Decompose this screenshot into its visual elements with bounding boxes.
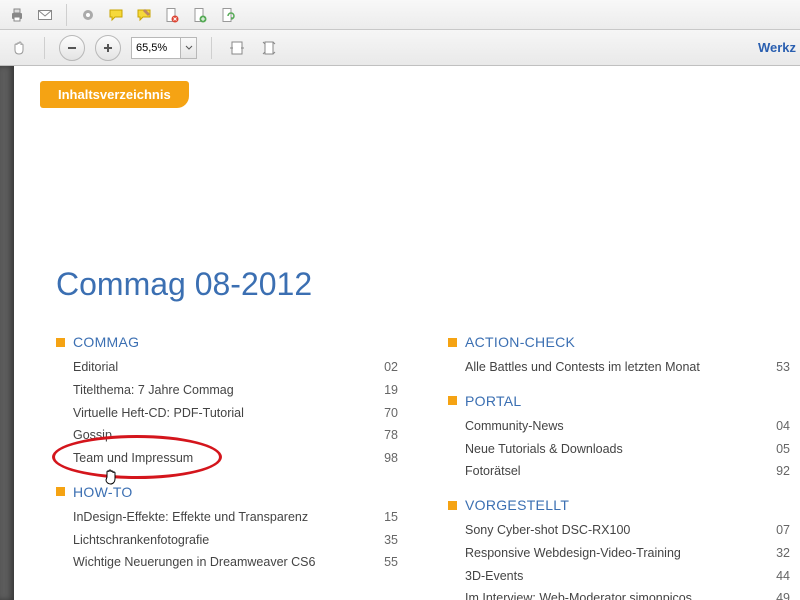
toc-left-column: COMMAGEditorial02Titelthema: 7 Jahre Com…: [56, 334, 398, 600]
toc-entry-title: Alle Battles und Contests im letzten Mon…: [465, 358, 764, 377]
toc-entry-title: Fotorätsel: [465, 462, 764, 481]
toc-entry-page: 92: [764, 462, 790, 481]
toc-entry-title: Responsive Webdesign-Video-Training: [465, 544, 764, 563]
toc-entry[interactable]: Neue Tutorials & Downloads05: [448, 438, 790, 461]
page-title: Commag 08-2012: [56, 266, 312, 303]
page-delete-icon[interactable]: [161, 4, 183, 26]
toc-entry[interactable]: Lichtschrankenfotografie35: [56, 529, 398, 552]
toc-entry-page: 05: [764, 440, 790, 459]
section-heading: VORGESTELLT: [448, 497, 790, 513]
section-title: VORGESTELLT: [465, 497, 569, 513]
bullet-icon: [448, 501, 457, 510]
document-page: Inhaltsverzeichnis Commag 08-2012 COMMAG…: [14, 66, 800, 600]
tools-label[interactable]: Werkz: [758, 40, 796, 55]
toc-entry-title: Lichtschrankenfotografie: [73, 531, 372, 550]
toc-entry[interactable]: Virtuelle Heft-CD: PDF-Tutorial70: [56, 402, 398, 425]
toc-columns: COMMAGEditorial02Titelthema: 7 Jahre Com…: [56, 334, 790, 600]
zoom-out-button[interactable]: [59, 35, 85, 61]
toc-entry[interactable]: Community-News04: [448, 415, 790, 438]
section-heading: ACTION-CHECK: [448, 334, 790, 350]
note-edit-icon[interactable]: [133, 4, 155, 26]
toc-entry-page: 15: [372, 508, 398, 527]
section-title: HOW-TO: [73, 484, 133, 500]
section-title: COMMAG: [73, 334, 139, 350]
toc-entry-page: 70: [372, 404, 398, 423]
toc-entry-page: 98: [372, 449, 398, 468]
section-title: PORTAL: [465, 393, 522, 409]
toc-entry-page: 04: [764, 417, 790, 436]
toc-entry-title: Gossip: [73, 426, 372, 445]
toc-entry[interactable]: Gossip78: [56, 424, 398, 447]
gear-icon[interactable]: [77, 4, 99, 26]
toc-entry-page: 02: [372, 358, 398, 377]
toc-entry[interactable]: Fotorätsel92: [448, 460, 790, 483]
view-toolbar: Werkz: [0, 30, 800, 66]
toc-entry-title: Community-News: [465, 417, 764, 436]
print-icon[interactable]: [6, 4, 28, 26]
section-heading: COMMAG: [56, 334, 398, 350]
toc-entry[interactable]: 3D-Events44: [448, 565, 790, 588]
bullet-icon: [56, 487, 65, 496]
zoom-control: [131, 37, 197, 59]
hand-tool-icon[interactable]: [8, 37, 30, 59]
toc-entry-title: Im Interview: Web-Moderator simonpicos: [465, 589, 764, 600]
bullet-icon: [56, 338, 65, 347]
toc-entry-title: Titelthema: 7 Jahre Commag: [73, 381, 372, 400]
toc-entry[interactable]: Wichtige Neuerungen in Dreamweaver CS655: [56, 551, 398, 574]
toc-entry[interactable]: Sony Cyber-shot DSC-RX10007: [448, 519, 790, 542]
toc-entry[interactable]: Titelthema: 7 Jahre Commag19: [56, 379, 398, 402]
toc-entry-title: Team und Impressum: [73, 449, 372, 468]
toc-tab: Inhaltsverzeichnis: [40, 81, 189, 108]
page-refresh-icon[interactable]: [217, 4, 239, 26]
comment-icon[interactable]: [105, 4, 127, 26]
mail-icon[interactable]: [34, 4, 56, 26]
toc-entry-title: InDesign-Effekte: Effekte und Transparen…: [73, 508, 372, 527]
section-heading: HOW-TO: [56, 484, 398, 500]
section-title: ACTION-CHECK: [465, 334, 575, 350]
toc-entry-title: Virtuelle Heft-CD: PDF-Tutorial: [73, 404, 372, 423]
zoom-dropdown[interactable]: [181, 37, 197, 59]
toc-entry-title: Sony Cyber-shot DSC-RX100: [465, 521, 764, 540]
main-toolbar: [0, 0, 800, 30]
bullet-icon: [448, 338, 457, 347]
toc-entry-page: 44: [764, 567, 790, 586]
toc-entry-page: 32: [764, 544, 790, 563]
toc-entry-page: 49: [764, 589, 790, 600]
toc-entry-title: Neue Tutorials & Downloads: [465, 440, 764, 459]
toc-entry[interactable]: Team und Impressum98: [56, 447, 398, 470]
toc-right-column: ACTION-CHECK Alle Battles und Contests im…: [448, 334, 790, 600]
toc-entry[interactable]: Responsive Webdesign-Video-Training32: [448, 542, 790, 565]
previous-page-edge: [0, 66, 14, 600]
zoom-input[interactable]: [131, 37, 181, 59]
toc-entry-page: 35: [372, 531, 398, 550]
page-add-icon[interactable]: [189, 4, 211, 26]
toc-entry[interactable]: Im Interview: Web-Moderator simonpicos49: [448, 587, 790, 600]
toc-entry-title: Editorial: [73, 358, 372, 377]
toc-entry-title: Wichtige Neuerungen in Dreamweaver CS6: [73, 553, 372, 572]
toc-entry-title: 3D-Events: [465, 567, 764, 586]
toc-entry-page: 55: [372, 553, 398, 572]
toc-entry-page: 53: [764, 358, 790, 377]
separator: [66, 4, 67, 26]
toc-entry-page: 78: [372, 426, 398, 445]
fit-width-icon[interactable]: [226, 37, 248, 59]
section-heading: PORTAL: [448, 393, 790, 409]
toc-entry[interactable]: InDesign-Effekte: Effekte und Transparen…: [56, 506, 398, 529]
fit-page-icon[interactable]: [258, 37, 280, 59]
separator: [211, 37, 212, 59]
zoom-in-button[interactable]: [95, 35, 121, 61]
bullet-icon: [448, 396, 457, 405]
toc-entry[interactable]: Editorial02: [56, 356, 398, 379]
toc-entry[interactable]: Alle Battles und Contests im letzten Mon…: [448, 356, 790, 379]
toc-entry-page: 19: [372, 381, 398, 400]
toc-entry-page: 07: [764, 521, 790, 540]
separator: [44, 37, 45, 59]
